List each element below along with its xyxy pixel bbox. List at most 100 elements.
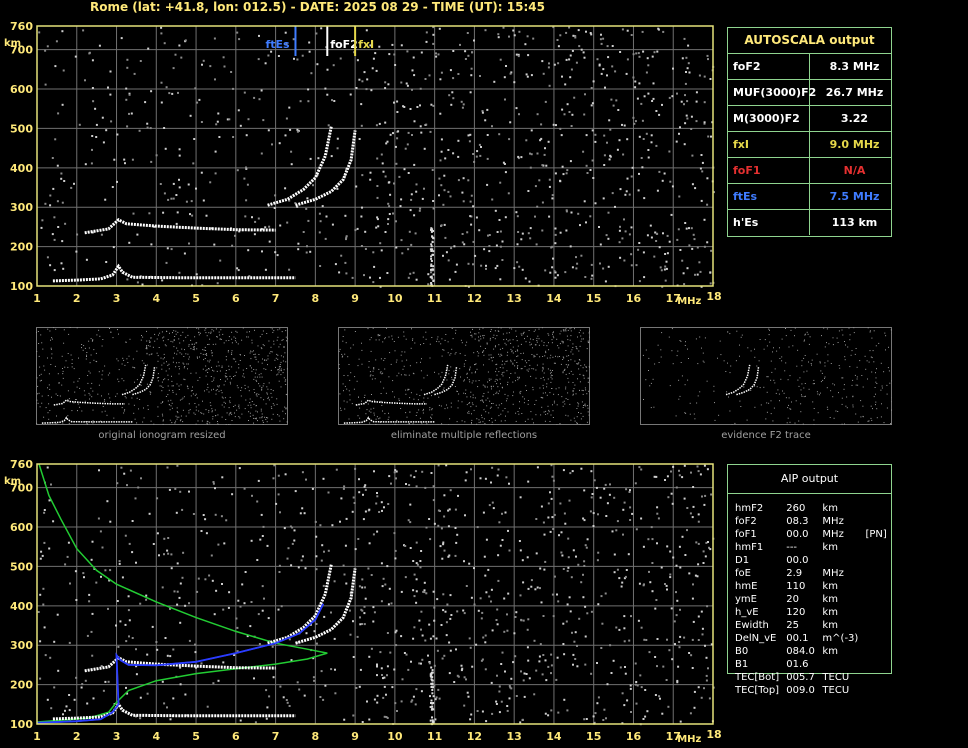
thumbnail-eliminate-multiple: [338, 327, 590, 425]
thumb-frame: [36, 327, 288, 425]
x-tick-label: 7: [272, 730, 280, 743]
x-tick-label: 10: [387, 730, 403, 743]
y-tick-label: 100: [10, 718, 33, 731]
x-tick-label: 4: [152, 292, 160, 305]
aip-cell: [862, 671, 891, 684]
aip-cell: [862, 619, 891, 632]
x-tick-label: 5: [192, 730, 200, 743]
aip-cell: h_vE: [735, 607, 759, 618]
aip-cell: km: [822, 503, 838, 514]
x-tick-label: 1: [33, 292, 41, 305]
autoscala-value: 9.0 MHz: [829, 138, 880, 151]
aip-cell: 009.0: [786, 685, 815, 696]
aip-cell: [862, 580, 891, 593]
aip-cell: km: [822, 581, 838, 592]
thumb-frame: [640, 327, 892, 425]
aip-cell: TECU: [822, 672, 850, 683]
aip-row: TEC[Bot] 005.7 TECU: [732, 671, 891, 684]
x-tick-label: 14: [546, 292, 562, 305]
y-tick-label: 760: [10, 458, 33, 471]
aip-cell: MHz: [822, 516, 844, 527]
autoscala-row-2: M(3000)F2 3.22: [728, 106, 891, 132]
aip-panel: AIP output hmF2 260 km foF2 08.3 MHz foF1 00.0 M…: [727, 464, 892, 696]
autoscala-key: foF2: [728, 54, 810, 79]
y-tick-label: 760: [10, 20, 33, 33]
y-axis-label: km: [4, 38, 21, 49]
autoscala-title: AUTOSCALA output: [728, 28, 891, 54]
autoscala-row-4: foF1 N/A: [728, 158, 891, 184]
aip-row: h_vE 120 km: [732, 606, 891, 619]
aip-cell: 01.6: [786, 659, 809, 670]
marker-ftEs-label: ftEs: [265, 38, 290, 51]
thumbnail-evidence-f2: [640, 327, 892, 425]
y-tick-label: 500: [10, 560, 33, 573]
aip-table: hmF2 260 km foF2 08.3 MHz foF1 00.0 MHz [PN] hmF1 -…: [732, 502, 891, 697]
autoscala-value: 7.5 MHz: [829, 190, 880, 203]
aip-row: hmF1 --- km: [732, 541, 891, 554]
aip-cell: [862, 632, 891, 645]
autoscala-value: N/A: [843, 164, 866, 177]
aip-row: hmF2 260 km: [732, 502, 891, 515]
echo-trace-1: [84, 655, 276, 673]
aip-cell: [862, 541, 891, 554]
aip-cell: TECU: [822, 685, 850, 696]
x-tick-label: 13: [507, 292, 522, 305]
aip-row: B1 01.6: [732, 658, 891, 671]
aip-cell: 00.0: [786, 555, 809, 566]
aip-cell: MHz: [822, 568, 844, 579]
aip-cell: 110: [786, 581, 806, 592]
y-tick-label: 400: [10, 162, 33, 175]
aip-cell: [862, 567, 891, 580]
autoscala-key: fxI: [728, 132, 810, 157]
thumbnail-caption-2: evidence F2 trace: [721, 430, 811, 441]
y-tick-label: 200: [10, 241, 33, 254]
y-tick-label: 500: [10, 122, 33, 135]
aip-row: D1 00.0: [732, 554, 891, 567]
aip-cell: hmE: [735, 581, 758, 592]
aip-cell: [862, 645, 891, 658]
x-tick-label: 2: [73, 730, 81, 743]
echo-trace-2: [267, 564, 333, 645]
thumbnail-original: [36, 327, 288, 425]
x-axis-label: MHz: [677, 296, 701, 307]
autoscala-value: 26.7 MHz: [825, 86, 884, 99]
aip-cell: TEC[Top]: [735, 685, 780, 696]
aip-cell: [862, 684, 891, 697]
aip-cell: km: [822, 607, 838, 618]
aip-cell: B1: [735, 659, 749, 670]
autoscala-row-0: foF2 8.3 MHz: [728, 54, 891, 80]
aip-row: Ewidth 25 km: [732, 619, 891, 632]
x-tick-label: 6: [232, 730, 240, 743]
aip-cell: [862, 658, 891, 671]
echo-trace-0: [52, 701, 296, 721]
aip-cell: foF2: [735, 516, 757, 527]
aip-cell: [819, 658, 862, 671]
x-tick-label: 10: [387, 292, 403, 305]
aip-cell: m^(-3): [822, 633, 859, 644]
x-tick-label: 14: [546, 730, 562, 743]
trace-series-0: [52, 263, 296, 283]
aip-cell: km: [822, 646, 838, 657]
aip-row: hmE 110 km: [732, 580, 891, 593]
trace-series-1: [84, 217, 276, 235]
x-tick-label: 6: [232, 292, 240, 305]
aip-title: AIP output: [728, 465, 891, 494]
aip-cell: DelN_vE: [735, 633, 777, 644]
aip-cell: [862, 515, 891, 528]
x-tick-label: 1: [33, 730, 41, 743]
x-tick-label: 15: [586, 292, 601, 305]
autoscala-value: 3.22: [840, 112, 869, 125]
aip-row: foF1 00.0 MHz [PN]: [732, 528, 891, 541]
aip-row: foE 2.9 MHz: [732, 567, 891, 580]
aip-cell: [PN]: [865, 529, 887, 540]
aip-cell: 08.3: [786, 516, 809, 527]
x-tick-label: 8: [312, 730, 320, 743]
aip-row: ymE 20 km: [732, 593, 891, 606]
autoscala-key: M(3000)F2: [728, 106, 810, 131]
aip-cell: 084.0: [786, 646, 815, 657]
aip-cell: 005.7: [786, 672, 815, 683]
autoscala-value: 113 km: [831, 216, 878, 229]
aip-cell: [819, 554, 862, 567]
aip-cell: D1: [735, 555, 750, 566]
profile-series-0: [36, 463, 328, 723]
